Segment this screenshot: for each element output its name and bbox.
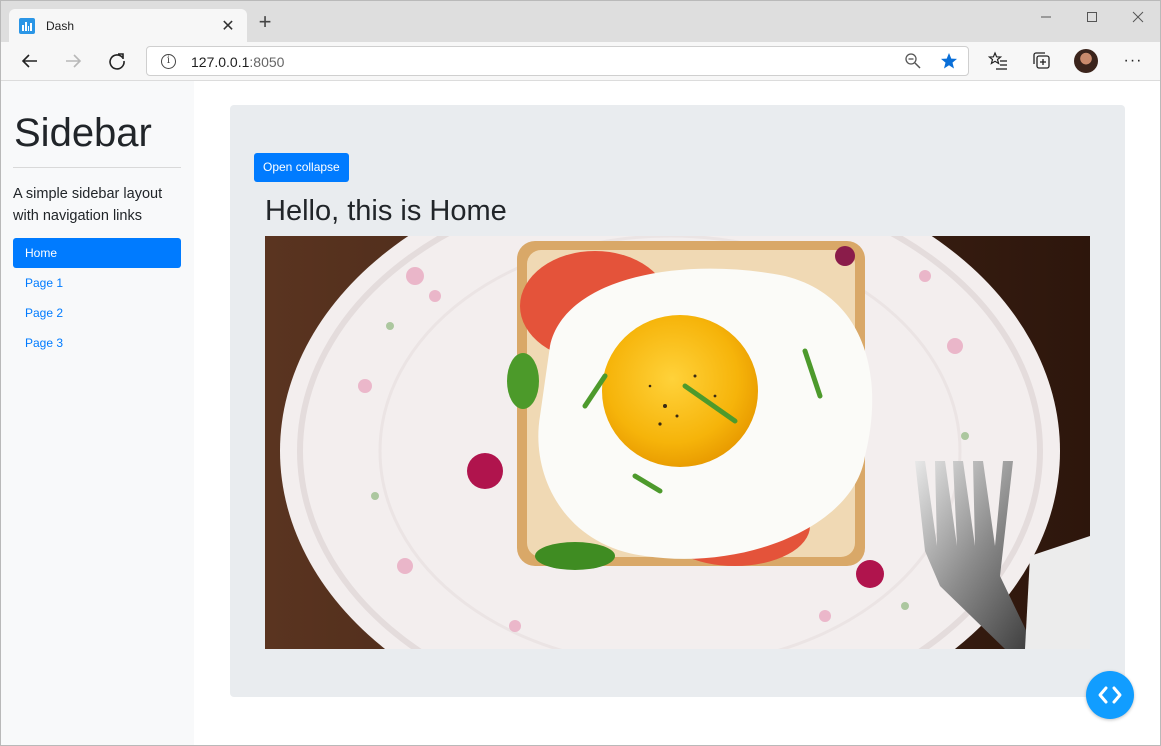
food-photo: [265, 236, 1090, 649]
browser-window: Dash ✕ + i 127.0.0.1:8050 ··· Sidebar A …: [0, 0, 1161, 746]
zoom-out-icon[interactable]: [897, 45, 929, 77]
bar-chart-icon: [19, 17, 35, 34]
back-button[interactable]: [14, 45, 46, 77]
favorites-list-icon[interactable]: [982, 45, 1014, 77]
maximize-button[interactable]: [1069, 5, 1115, 29]
address-bar[interactable]: i 127.0.0.1:8050: [146, 46, 969, 76]
sidebar-item-page-3[interactable]: Page 3: [13, 328, 181, 358]
browser-toolbar: i 127.0.0.1:8050 ···: [1, 42, 1160, 81]
maximize-icon: [1087, 12, 1097, 22]
close-icon: [1132, 11, 1144, 23]
sidebar-nav: Home Page 1 Page 2 Page 3: [13, 238, 182, 358]
sidebar-item-page-2[interactable]: Page 2: [13, 298, 181, 328]
sidebar-item-home[interactable]: Home: [13, 238, 181, 268]
browser-tab[interactable]: Dash ✕: [9, 9, 247, 42]
sidebar-item-page-1[interactable]: Page 1: [13, 268, 181, 298]
new-tab-button[interactable]: +: [254, 10, 276, 34]
avatar: [1074, 49, 1098, 73]
more-icon[interactable]: ···: [1117, 45, 1149, 77]
url-text[interactable]: 127.0.0.1:8050: [191, 54, 284, 70]
tab-close-icon[interactable]: ✕: [219, 16, 237, 36]
minimize-icon: [1041, 16, 1051, 18]
close-window-button[interactable]: [1115, 5, 1160, 29]
url-host: 127.0.0.1: [191, 54, 250, 70]
dev-tools-button[interactable]: [1086, 671, 1134, 719]
open-collapse-button[interactable]: Open collapse: [254, 153, 349, 182]
page-heading: Hello, this is Home: [265, 195, 507, 227]
title-bar: Dash ✕ +: [1, 1, 1160, 42]
profile-button[interactable]: [1070, 45, 1102, 77]
reload-button[interactable]: [101, 45, 133, 77]
sidebar-divider: [13, 167, 181, 168]
sidebar-title: Sidebar: [14, 111, 152, 155]
collections-icon[interactable]: [1026, 45, 1058, 77]
arrow-right-icon: [66, 54, 82, 68]
reload-icon: [109, 53, 125, 70]
main-content-card: Open collapse Hello, this is Home: [230, 105, 1125, 697]
arrow-left-icon: [21, 54, 37, 68]
code-brackets-icon: [1098, 686, 1122, 704]
forward-button[interactable]: [57, 45, 89, 77]
web-page: Sidebar A simple sidebar layout with nav…: [1, 81, 1160, 745]
url-port: :8050: [249, 54, 285, 70]
star-icon[interactable]: [933, 45, 965, 77]
sidebar-lead: A simple sidebar layout with navigation …: [13, 186, 163, 224]
tab-title: Dash: [46, 18, 75, 33]
info-icon[interactable]: i: [161, 54, 176, 69]
minimize-button[interactable]: [1023, 5, 1069, 29]
sidebar: Sidebar A simple sidebar layout with nav…: [1, 81, 194, 745]
